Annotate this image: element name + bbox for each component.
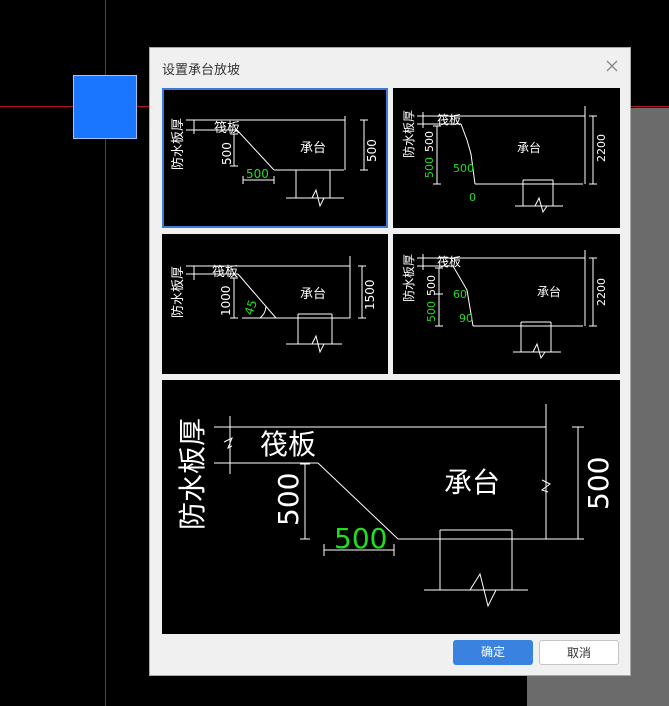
left-dim: 500: [220, 142, 234, 165]
raft-label: 筏板: [214, 120, 240, 136]
cap-label: 承台: [444, 466, 500, 499]
set-cap-slope-dialog: 设置承台放坡 防水板厚 筏板 承台 500 500 500 防水板厚 筏板 承台…: [149, 47, 631, 676]
left-dim-bottom: 500: [425, 301, 438, 322]
slope-value: 500: [453, 162, 474, 175]
waterproof-label: 防水板厚: [401, 254, 416, 302]
raft-label: 筏板: [260, 428, 316, 461]
angle-bottom: 90: [459, 312, 473, 325]
right-dim: 500: [582, 457, 615, 510]
cad-selection-grip[interactable]: [73, 75, 137, 139]
angle-value: 45: [242, 298, 260, 317]
left-dim: 500: [272, 473, 305, 526]
waterproof-label: 防水板厚: [176, 418, 209, 530]
raft-label: 筏板: [437, 255, 461, 269]
slope-option-1[interactable]: 防水板厚 筏板 承台 500 500 500: [162, 88, 388, 228]
waterproof-label: 防水板厚: [170, 266, 186, 318]
cap-label: 承台: [537, 284, 561, 299]
slope-option-2[interactable]: 防水板厚 筏板 承台 500 500 500 0 2200: [393, 88, 620, 228]
slope-option-4[interactable]: 防水板厚 筏板 承台 500 500 60 90 2200: [393, 234, 620, 374]
left-dim-top: 500: [425, 275, 438, 296]
bottom-value: 0: [469, 191, 476, 204]
cancel-button[interactable]: 取消: [539, 640, 619, 665]
slope-option-3[interactable]: 防水板厚 筏板 承台 1000 45 1500: [162, 234, 388, 374]
cap-label: 承台: [300, 141, 326, 156]
dialog-titlebar: 设置承台放坡: [150, 48, 630, 84]
waterproof-label: 防水板厚: [401, 110, 416, 158]
right-dim: 500: [365, 139, 379, 162]
dialog-title: 设置承台放坡: [162, 63, 241, 78]
cap-label: 承台: [300, 287, 326, 302]
left-dim-green: 500: [423, 157, 436, 178]
waterproof-label: 防水板厚: [170, 118, 186, 170]
slope-value: 500: [246, 167, 269, 181]
slope-value: 500: [334, 522, 387, 555]
left-dim: 500: [423, 131, 436, 152]
raft-label: 筏板: [437, 113, 461, 127]
right-dim: 1500: [363, 279, 377, 310]
right-dim: 2200: [595, 134, 608, 162]
right-dim: 2200: [595, 278, 608, 306]
cap-label: 承台: [517, 140, 541, 155]
close-icon[interactable]: [602, 56, 622, 76]
raft-label: 筏板: [212, 264, 238, 280]
slope-preview-canvas: 防水板厚 筏板 承台 500 500 500: [162, 380, 620, 634]
left-dim: 1000: [219, 285, 233, 316]
ok-button[interactable]: 确定: [453, 640, 533, 665]
angle-top: 60: [453, 288, 467, 301]
